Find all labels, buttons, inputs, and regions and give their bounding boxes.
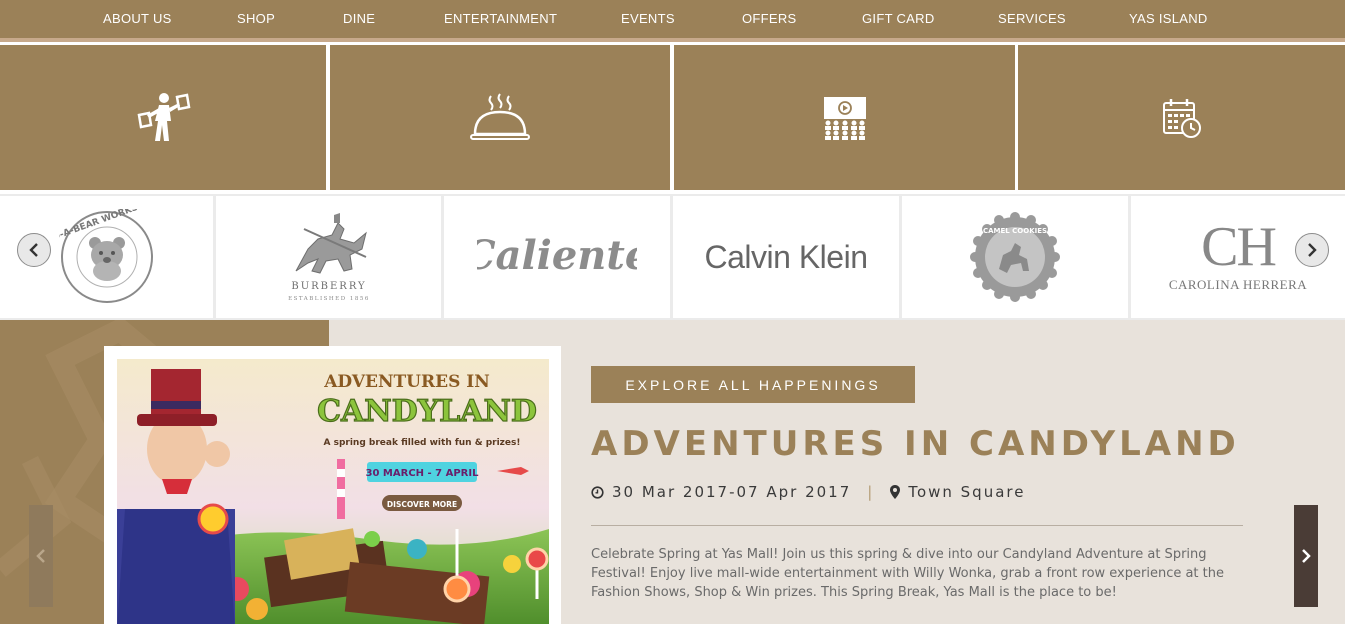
poster-headline-main: CANDYLAND — [317, 394, 537, 429]
meta-separator: | — [867, 483, 875, 501]
nav-item-about-us[interactable]: ABOUT US — [103, 11, 172, 26]
brand-subtext: ESTABLISHED 1856 — [288, 296, 370, 302]
camel-cookies-logo: CAMEL COOKIES — [970, 212, 1060, 302]
poster-headline-top: ADVENTURES IN — [323, 372, 490, 392]
chevron-right-icon — [1302, 549, 1311, 563]
happenings-section: ADVENTURES IN CANDYLAND A spring break f… — [0, 320, 1345, 624]
chevron-right-icon — [1308, 243, 1317, 257]
page: ABOUT US SHOP DINE ENTERTAINMENT EVENTS … — [0, 0, 1345, 624]
shopping-person-icon — [137, 92, 191, 141]
nav-item-yas-island[interactable]: YAS ISLAND — [1129, 11, 1208, 26]
tile-events[interactable] — [1018, 45, 1345, 190]
brand-text: CAMEL COOKIES — [983, 227, 1047, 235]
event-poster-image[interactable]: ADVENTURES IN CANDYLAND A spring break f… — [117, 359, 549, 624]
nav-item-dine[interactable]: DINE — [343, 11, 375, 26]
brand-text: BURBERRY — [291, 281, 366, 292]
dining-cloche-icon — [470, 92, 530, 140]
nav-item-events[interactable]: EVENTS — [621, 11, 675, 26]
brand-text: Caliente — [477, 232, 637, 279]
hero-next-button[interactable] — [1294, 505, 1318, 607]
cinema-audience-icon — [823, 96, 866, 140]
tile-dine[interactable] — [330, 45, 670, 190]
caliente-logo: Caliente — [477, 232, 637, 279]
build-a-bear-logo: BUILD-A-BEAR WORKSHOP — [59, 209, 155, 303]
category-tiles — [0, 42, 1345, 194]
event-description: Celebrate Spring at Yas Mall! Join us th… — [591, 547, 1225, 600]
poster-dates: 30 MARCH - 7 APRIL — [366, 468, 480, 479]
brand-caliente[interactable]: Caliente — [444, 196, 670, 318]
nav-item-entertainment[interactable]: ENTERTAINMENT — [444, 11, 557, 26]
burberry-logo: BURBERRY ESTABLISHED 1856 — [288, 213, 370, 302]
brand-text: Calvin Klein — [704, 238, 868, 275]
nav-item-services[interactable]: SERVICES — [998, 11, 1066, 26]
poster-cta: DISCOVER MORE — [387, 500, 457, 509]
event-meta: 30 Mar 2017-07 Apr 2017 | Town Square — [591, 483, 1025, 501]
brand-text: CH — [1201, 216, 1277, 278]
brand-calvin-klein[interactable]: Calvin Klein — [673, 196, 899, 318]
brands-prev-button[interactable] — [17, 233, 51, 267]
brand-burberry[interactable]: BURBERRY ESTABLISHED 1856 — [216, 196, 441, 318]
divider — [591, 525, 1243, 526]
tile-shop[interactable] — [0, 45, 326, 190]
event-title[interactable]: ADVENTURES IN CANDYLAND — [591, 424, 1240, 464]
nav-item-shop[interactable]: SHOP — [237, 11, 275, 26]
event-date: 30 Mar 2017-07 Apr 2017 — [612, 483, 852, 501]
brand-subtext: CAROLINA HERRERA — [1168, 277, 1308, 292]
poster-tagline: A spring break filled with fun & prizes! — [324, 438, 521, 448]
tile-entertainment[interactable] — [674, 45, 1015, 190]
event-location: Town Square — [908, 483, 1026, 501]
top-navigation: ABOUT US SHOP DINE ENTERTAINMENT EVENTS … — [0, 0, 1345, 42]
nav-item-gift-card[interactable]: GIFT CARD — [862, 11, 935, 26]
chevron-left-icon — [36, 549, 45, 563]
chevron-left-icon — [29, 243, 38, 257]
calendar-clock-icon — [1162, 98, 1201, 138]
clock-icon — [591, 485, 604, 499]
map-pin-icon — [890, 485, 901, 499]
explore-all-happenings-button[interactable]: EXPLORE ALL HAPPENINGS — [591, 366, 915, 403]
hero-prev-button[interactable] — [29, 505, 53, 607]
brands-next-button[interactable] — [1295, 233, 1329, 267]
nav-item-offers[interactable]: OFFERS — [742, 11, 797, 26]
brand-camel-cookies[interactable]: CAMEL COOKIES — [902, 196, 1128, 318]
brands-carousel: BUILD-A-BEAR WORKSHOP BURBERRY ESTABLISH… — [0, 194, 1345, 320]
